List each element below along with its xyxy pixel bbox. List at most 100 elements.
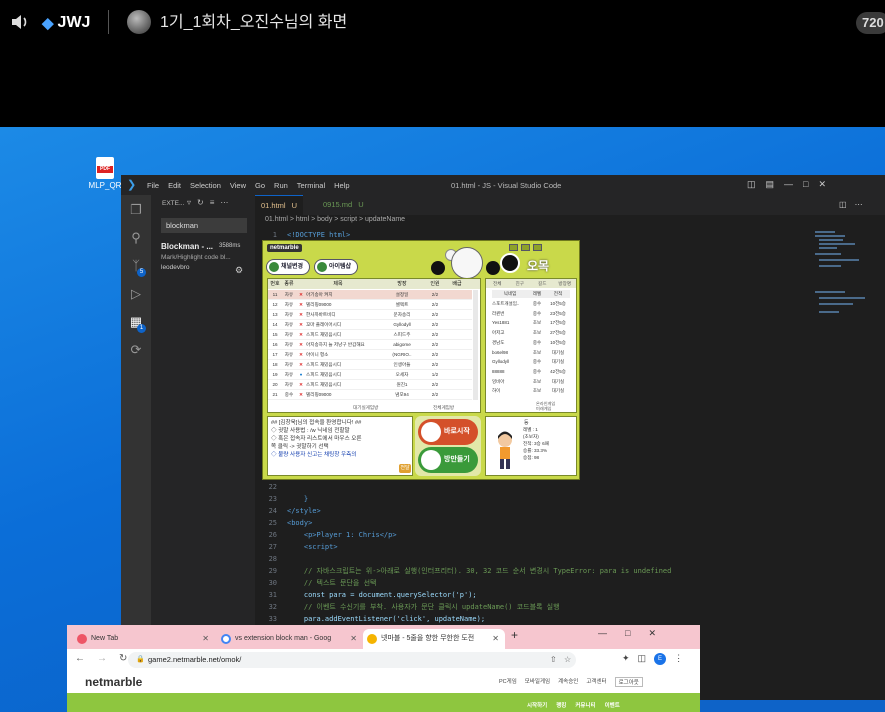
lock-icon[interactable]: 🔒 — [136, 652, 145, 668]
link-account[interactable]: 계속승인 — [558, 677, 578, 687]
room-row[interactable]: 13 자유 ✕ 한사까바트비디 문자송리 2/2 — [268, 310, 472, 320]
tab-google-search[interactable]: vs extension block man - Goog ✕ — [217, 629, 363, 649]
extension-search-input[interactable]: blockman — [161, 218, 247, 233]
refresh-icon[interactable]: ↻ — [197, 198, 204, 207]
menu-item-help[interactable]: Help — [334, 181, 349, 190]
room-row[interactable]: 20 자유 ✕ 스피드 재밌음시디 원진1 2/2 — [268, 380, 472, 390]
filter-icon[interactable]: ▿ — [187, 198, 191, 207]
player-row[interactable]: Yes1881 초보 17전5승 — [492, 318, 570, 328]
nav-start[interactable]: 시작하기 — [527, 701, 547, 709]
game-minimize-button[interactable] — [509, 244, 518, 251]
code-line[interactable]: 22 — [255, 481, 775, 493]
run-debug-icon[interactable]: ▷ — [128, 286, 144, 302]
tab-0915-md[interactable]: 0915.md U — [317, 195, 370, 215]
player-row[interactable]: Gyllodyll 중수 대기실 — [492, 357, 570, 367]
room-scrollbar[interactable] — [473, 290, 478, 400]
tab-netmarble[interactable]: 넷마블 - 5줄을 향한 무한한 도전 ✕ — [363, 629, 505, 649]
forward-icon[interactable]: → — [97, 653, 107, 664]
extension-item[interactable]: Blockman - ... 3588ms Mark/Highlight cod… — [161, 242, 251, 275]
code-line[interactable]: 26 <p>Player 1: Chris</p> — [255, 529, 775, 541]
code-line[interactable]: 30 // 텍스트 문단을 선택 — [255, 577, 775, 589]
split-editor-icon[interactable]: ◫ — [839, 200, 847, 209]
bookmark-star-icon[interactable]: ☆ — [564, 652, 571, 668]
explorer-icon[interactable]: ❐ — [128, 202, 144, 218]
address-bar[interactable]: 🔒 game2.netmarble.net/omok/ ⇧ ☆ — [128, 652, 576, 668]
player-row[interactable]: 스포트개설임.. 중수 10전5승 — [492, 299, 570, 309]
close-icon[interactable]: ✕ — [648, 628, 656, 639]
player-tab-friends[interactable]: 친구 — [509, 279, 532, 288]
code-line[interactable]: 24 </style> — [255, 505, 775, 517]
reload-icon[interactable]: ↻ — [119, 653, 127, 664]
chat-send-button[interactable]: 전달 — [399, 464, 411, 473]
create-room-button[interactable]: 방만들기 — [418, 447, 478, 473]
extensions-puzzle-icon[interactable]: ✦ — [622, 653, 630, 665]
remote-icon[interactable]: ⟳ — [128, 342, 144, 358]
minimize-icon[interactable]: — — [598, 628, 607, 639]
resolution-badge[interactable]: 720 — [856, 12, 885, 34]
code-line[interactable]: 28 — [255, 553, 775, 565]
room-row[interactable]: 19 자유 ● 스피드 재밌음시디 오세자 1/2 — [268, 370, 472, 380]
code-line[interactable]: 23 } — [255, 493, 775, 505]
game-settings-button[interactable] — [521, 244, 530, 251]
menu-item-go[interactable]: Go — [255, 181, 265, 190]
channel-change-button[interactable]: 채널변경 — [266, 259, 310, 275]
quick-start-button[interactable]: 바로시작 — [418, 419, 478, 445]
room-row[interactable]: 15 자유 ✕ 스피드 재밌음시디 스피드주 2/2 — [268, 330, 472, 340]
panel-icon[interactable]: ▤ — [766, 179, 775, 190]
chat-box[interactable]: 전달 ## [김창욱]님의 접속을 환영합니다! ## ◇ 귓말 사용법 : /w… — [267, 416, 413, 476]
clear-icon[interactable]: ≡ — [210, 198, 215, 207]
menu-item-edit[interactable]: Edit — [168, 181, 181, 190]
gear-icon[interactable]: ⚙ — [235, 265, 243, 276]
speaker-icon[interactable] — [10, 13, 30, 31]
menu-item-view[interactable]: View — [230, 181, 246, 190]
room-row[interactable]: 21 중수 ✕ 델리핑09000 냄모94 2/2 — [268, 390, 472, 400]
link-mobile-game[interactable]: 모바일게임 — [525, 677, 550, 687]
player-row[interactable]: 잉비아 초보 대기실 — [492, 377, 570, 387]
nav-ranking[interactable]: 랭킹 — [556, 701, 566, 709]
code-line[interactable]: 29 // 자바스크립트는 위->아래로 실행(인터프리터). 30, 32 코… — [255, 565, 775, 577]
room-row[interactable]: 18 자유 ✕ 스피드 재밌음시디 인생아들 2/2 — [268, 360, 472, 370]
tab-close-icon[interactable]: ✕ — [202, 629, 209, 649]
search-icon[interactable]: ⚲ — [128, 230, 144, 246]
share-icon[interactable]: ⇧ — [550, 652, 557, 668]
code-line[interactable]: 33 para.addEventListener('click', update… — [255, 613, 775, 625]
code-line[interactable]: 31 const para = document.querySelector('… — [255, 589, 775, 601]
room-footer-left[interactable]: 대기실게임방 — [353, 402, 378, 413]
desktop-pdf-file[interactable]: PDF MLP_QR — [89, 157, 121, 197]
minimize-icon[interactable]: — — [784, 179, 793, 190]
tab-close-icon[interactable]: ✕ — [350, 629, 357, 649]
room-row[interactable]: 14 자유 ✕ 꼬마 플레이어시디 Gyllodyll 2/2 — [268, 320, 472, 330]
link-pc-game[interactable]: PC게임 — [499, 677, 517, 687]
site-logo[interactable]: netmarble — [85, 675, 142, 689]
nav-community[interactable]: 커뮤니티 — [575, 701, 595, 709]
room-row[interactable]: 16 자유 ✕ 아지송하지 늘 저냥구 반갑해요 abigome 2/2 — [268, 340, 472, 350]
tab-01-html[interactable]: 01.html U — [255, 195, 304, 215]
maximize-icon[interactable]: □ — [625, 628, 630, 639]
menu-item-file[interactable]: File — [147, 181, 159, 190]
player-footer-future[interactable]: 미래게임 — [536, 406, 555, 411]
breadcrumb[interactable]: 01.html > html > body > script > updateN… — [265, 216, 405, 228]
link-support[interactable]: 고객센터 — [586, 677, 606, 687]
menu-item-terminal[interactable]: Terminal — [297, 181, 325, 190]
more-actions-icon[interactable]: ⋯ — [855, 200, 863, 209]
game-close-button[interactable] — [533, 244, 542, 251]
code-line[interactable]: 25 <body> — [255, 517, 775, 529]
back-icon[interactable]: ← — [75, 653, 85, 664]
logout-button[interactable]: 로그아웃 — [614, 677, 643, 687]
player-tab-host[interactable]: 방장명 — [554, 279, 577, 288]
player-row[interactable]: 하이 초보 대기실 — [492, 386, 570, 396]
side-panel-icon[interactable]: ◫ — [638, 653, 647, 665]
room-footer-right[interactable]: 전체게임방 — [433, 402, 454, 413]
player-row[interactable]: 88888 중수 42전5승 — [492, 367, 570, 377]
more-icon[interactable]: ⋯ — [220, 198, 228, 207]
room-row[interactable]: 12 자유 ✕ 델리핑09000 셀렉트 2/2 — [268, 300, 472, 310]
code-line[interactable]: 27 <script> — [255, 541, 775, 553]
new-tab-icon[interactable]: + — [511, 628, 518, 642]
menu-item-selection[interactable]: Selection — [190, 181, 221, 190]
player-row[interactable]: 경남도 중수 10전5승 — [492, 338, 570, 348]
tab-close-icon[interactable]: ✕ — [492, 629, 499, 649]
item-shop-button[interactable]: 아이템샵 — [314, 259, 358, 275]
profile-avatar[interactable]: E — [654, 653, 667, 665]
nav-event[interactable]: 이벤트 — [605, 701, 620, 709]
code-line[interactable]: 32 // 이벤트 수신기를 부착. 사용자가 문단 클릭시 updateNam… — [255, 601, 775, 613]
